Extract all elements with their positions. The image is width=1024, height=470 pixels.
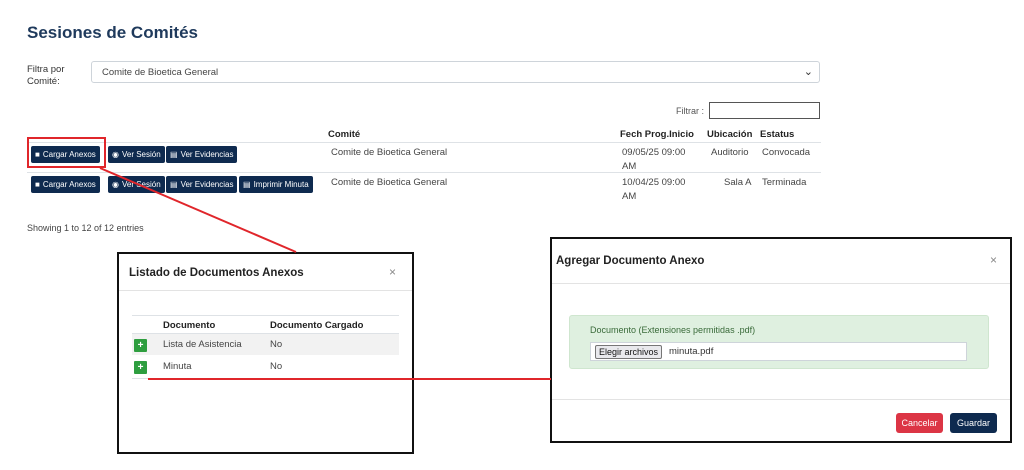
upload-field-label: Documento (Extensiones permitidas .pdf): [590, 325, 756, 335]
ver-sesion-button[interactable]: ◉ Ver Sesión: [108, 146, 165, 163]
row-fecha: 10/04/25 09:00: [622, 177, 686, 188]
chevron-down-icon: ⌄: [803, 66, 813, 78]
column-header-ubicacion: Ubicación: [707, 129, 753, 140]
add-document-button[interactable]: +: [134, 361, 147, 374]
highlight-box: [27, 137, 106, 168]
ver-sesion-button[interactable]: ◉ Ver Sesión: [108, 176, 165, 193]
upload-document-modal: Agregar Documento Anexo × Documento (Ext…: [550, 237, 1012, 443]
search-label: Filtrar :: [676, 106, 704, 116]
cancel-button[interactable]: Cancelar: [896, 413, 943, 433]
ver-evidencias-button[interactable]: ▤ Ver Evidencias: [166, 146, 238, 163]
column-header-fecha: Fech Prog.Inicio: [620, 129, 694, 140]
table-info: Showing 1 to 12 of 12 entries: [27, 223, 144, 233]
modal-title: Agregar Documento Anexo: [556, 255, 705, 267]
table-divider: [132, 315, 399, 316]
eye-icon: ◉: [112, 150, 119, 159]
row-estatus: Convocada: [762, 147, 811, 158]
close-icon[interactable]: ×: [389, 265, 396, 279]
filter-label: Filtra por Comité:: [27, 64, 65, 87]
documento-cargado: No: [270, 339, 283, 350]
row-estatus: Terminada: [762, 177, 807, 188]
ver-evidencias-button[interactable]: ▤ Ver Evidencias: [166, 176, 238, 193]
table-row: + Minuta No: [132, 356, 399, 377]
committee-select[interactable]: Comite de Bioetica General ⌄: [91, 61, 820, 83]
folder-icon: ■: [35, 180, 40, 189]
file-input[interactable]: Elegir archivos minuta.pdf: [590, 342, 967, 361]
modal-divider: [552, 399, 1010, 400]
table-row: + Lista de Asistencia No: [132, 334, 399, 355]
upload-field-panel: Documento (Extensiones permitidas .pdf) …: [569, 315, 989, 369]
search-input[interactable]: [709, 102, 820, 119]
row-ubicacion: Auditorio: [711, 147, 749, 158]
file-icon: ▤: [170, 150, 178, 159]
modal-divider: [119, 290, 412, 291]
choose-file-button[interactable]: Elegir archivos: [595, 345, 663, 359]
page-title: Sesiones de Comités: [27, 23, 199, 42]
plus-icon: +: [137, 340, 144, 351]
modal-title: Listado de Documentos Anexos: [129, 267, 304, 279]
row-fecha: 09/05/25 09:00: [622, 147, 686, 158]
documento-name: Minuta: [163, 361, 192, 372]
row-ubicacion: Sala A: [724, 177, 752, 188]
table-divider: [132, 378, 399, 379]
row-comite: Comite de Bioetica General: [331, 177, 448, 188]
documento-name: Lista de Asistencia: [163, 339, 242, 350]
close-icon[interactable]: ×: [990, 253, 997, 267]
file-icon: ▤: [170, 180, 178, 189]
row-fecha-ampm: AM: [622, 191, 637, 202]
column-header-documento-cargado: Documento Cargado: [270, 320, 364, 331]
table-divider: [27, 172, 821, 173]
committee-select-value: Comite de Bioetica General: [102, 67, 219, 78]
column-header-documento: Documento: [163, 320, 216, 331]
plus-icon: +: [137, 362, 144, 373]
documents-list-modal: Listado de Documentos Anexos × Documento…: [117, 252, 414, 454]
add-document-button[interactable]: +: [134, 339, 147, 352]
column-header-comite: Comité: [328, 129, 361, 140]
row-comite: Comite de Bioetica General: [331, 147, 448, 158]
documento-cargado: No: [270, 361, 283, 372]
cargar-anexos-button[interactable]: ■ Cargar Anexos: [31, 176, 100, 193]
save-button[interactable]: Guardar: [950, 413, 997, 433]
modal-divider: [552, 283, 1010, 284]
column-header-estatus: Estatus: [760, 129, 795, 140]
print-icon: ▤: [243, 180, 251, 189]
imprimir-minuta-button[interactable]: ▤ Imprimir Minuta: [239, 176, 313, 193]
eye-icon: ◉: [112, 180, 119, 189]
file-name: minuta.pdf: [669, 346, 714, 357]
table-divider: [27, 142, 821, 143]
